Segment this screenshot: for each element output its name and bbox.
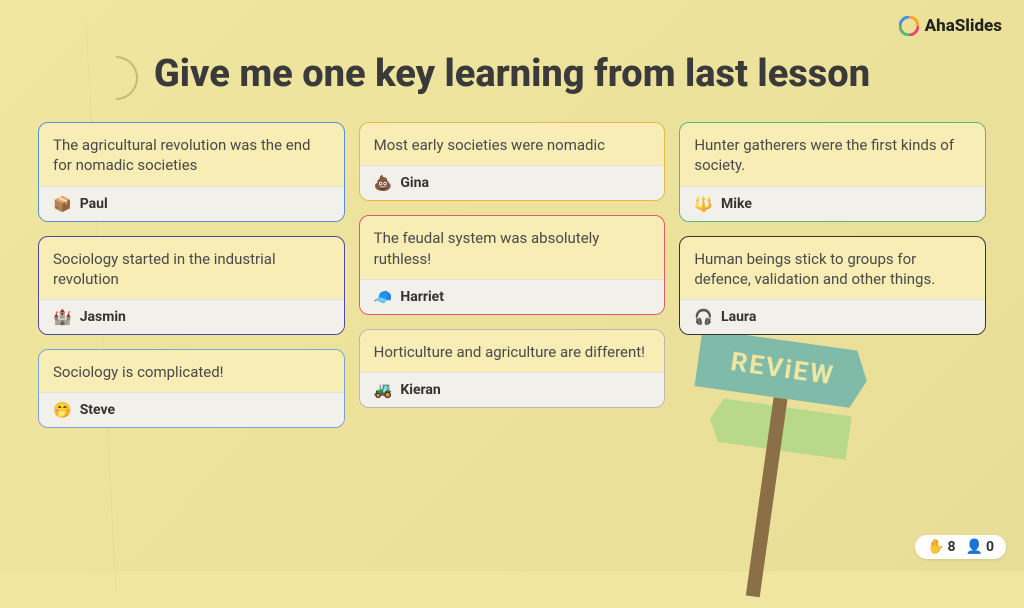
response-column: Most early societies were nomadic 💩 Gina Th…: [359, 122, 666, 428]
author-emoji-icon: 🤭: [53, 401, 72, 419]
author-name: Mike: [721, 196, 752, 212]
response-text: Sociology is complicated!: [39, 350, 344, 392]
response-column: Hunter gatherers were the first kinds of…: [679, 122, 986, 428]
response-card[interactable]: The agricultural revolution was the end …: [38, 122, 345, 222]
participant-count: 👤 0: [966, 539, 994, 555]
response-card[interactable]: Horticulture and agriculture are differe…: [359, 329, 666, 408]
response-author: 💩 Gina: [360, 165, 665, 200]
response-text: The feudal system was absolutely ruthles…: [360, 216, 665, 279]
author-emoji-icon: 🚜: [374, 381, 393, 399]
response-text: Sociology started in the industrial revo…: [39, 237, 344, 300]
response-column: The agricultural revolution was the end …: [38, 122, 345, 428]
response-author: 🤭 Steve: [39, 392, 344, 427]
slide-content: Give me one key learning from last lesso…: [0, 0, 1024, 428]
author-emoji-icon: 🎧: [694, 308, 713, 326]
author-name: Harriet: [400, 289, 444, 305]
user-icon: 👤: [966, 539, 983, 555]
author-name: Steve: [80, 402, 115, 418]
response-author: 📦 Paul: [39, 186, 344, 221]
author-name: Jasmin: [80, 309, 126, 325]
response-card[interactable]: Hunter gatherers were the first kinds of…: [679, 122, 986, 222]
response-author: 🔱 Mike: [680, 186, 985, 221]
slide-title: Give me one key learning from last lesso…: [38, 52, 986, 96]
response-text: Most early societies were nomadic: [360, 123, 665, 165]
author-emoji-icon: 💩: [374, 174, 393, 192]
response-card[interactable]: Most early societies were nomadic 💩 Gina: [359, 122, 666, 201]
author-name: Kieran: [400, 382, 440, 398]
author-emoji-icon: 📦: [53, 195, 72, 213]
author-name: Laura: [721, 309, 756, 325]
response-author: 🧢 Harriet: [360, 279, 665, 314]
response-author: 🎧 Laura: [680, 299, 985, 334]
author-emoji-icon: 🔱: [694, 195, 713, 213]
author-emoji-icon: 🧢: [374, 288, 393, 306]
response-author: 🚜 Kieran: [360, 372, 665, 407]
status-footer: ✋ 8 👤 0: [915, 535, 1006, 559]
response-card[interactable]: Sociology is complicated! 🤭 Steve: [38, 349, 345, 428]
raised-hand-count: ✋ 8: [927, 539, 955, 555]
author-name: Gina: [400, 175, 429, 191]
response-text: Hunter gatherers were the first kinds of…: [680, 123, 985, 186]
responses-grid: The agricultural revolution was the end …: [38, 122, 986, 428]
response-card[interactable]: Sociology started in the industrial revo…: [38, 236, 345, 336]
response-card[interactable]: Human beings stick to groups for defence…: [679, 236, 986, 336]
hand-icon: ✋: [927, 539, 944, 555]
response-card[interactable]: The feudal system was absolutely ruthles…: [359, 215, 666, 315]
response-text: The agricultural revolution was the end …: [39, 123, 344, 186]
response-author: 🏰 Jasmin: [39, 299, 344, 334]
response-text: Human beings stick to groups for defence…: [680, 237, 985, 300]
author-emoji-icon: 🏰: [53, 308, 72, 326]
response-text: Horticulture and agriculture are differe…: [360, 330, 665, 372]
author-name: Paul: [80, 196, 108, 212]
